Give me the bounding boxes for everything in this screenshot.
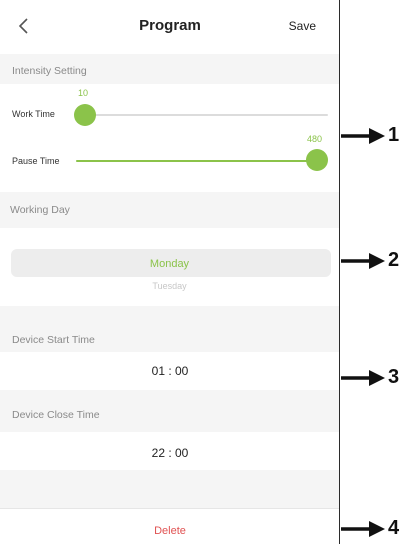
work-time-value: 10 (78, 88, 89, 98)
work-time-label: Work Time (12, 109, 55, 119)
close-time-section-header: Device Close Time (0, 390, 339, 432)
save-button[interactable]: Save (289, 19, 316, 33)
delete-row[interactable]: Delete (0, 508, 339, 544)
working-day-section-label: Working Day (10, 204, 70, 216)
working-day-section-header: Working Day (0, 192, 339, 228)
callout-number-3: 3 (388, 366, 400, 388)
pause-time-thumb[interactable] (306, 149, 328, 171)
callout-2: 2 (341, 249, 404, 273)
close-time-section-label: Device Close Time (12, 409, 100, 421)
pause-time-row: Pause Time 480 (0, 134, 339, 192)
arrow-right-icon (341, 521, 385, 537)
pause-time-fill (76, 160, 318, 162)
work-time-row: Work Time 10 (0, 84, 339, 144)
spacer (0, 470, 339, 508)
start-time-row[interactable]: 01 : 00 (0, 352, 339, 390)
start-time-section-label: Device Start Time (12, 334, 95, 346)
work-time-thumb[interactable] (74, 104, 96, 126)
intensity-section-header: Intensity Setting (0, 54, 339, 84)
callout-4: 4 (341, 517, 404, 541)
close-time-row[interactable]: 22 : 00 (0, 432, 339, 470)
program-screen: Program Save Intensity Setting Work Time… (0, 0, 340, 544)
arrow-right-icon (341, 370, 385, 386)
start-time-value[interactable]: 01 : 00 (0, 364, 339, 378)
arrow-right-icon (341, 253, 385, 269)
arrow-right-icon (341, 128, 385, 144)
start-time-section-header: Device Start Time (0, 306, 339, 352)
pause-time-value: 480 (307, 134, 323, 144)
pause-time-label: Pause Time (12, 156, 60, 166)
navigation-bar: Program Save (0, 0, 339, 54)
delete-button[interactable]: Delete (0, 525, 339, 537)
day-picker-selected[interactable]: Monday (0, 258, 339, 270)
callout-number-1: 1 (388, 124, 400, 146)
callout-number-4: 4 (388, 517, 400, 539)
work-time-track[interactable] (76, 114, 328, 116)
callout-1: 1 (341, 124, 404, 148)
callout-3: 3 (341, 366, 404, 390)
close-time-value[interactable]: 22 : 00 (0, 446, 339, 460)
day-picker-next[interactable]: Tuesday (0, 281, 339, 291)
intensity-section-label: Intensity Setting (12, 65, 87, 77)
pause-time-track[interactable] (76, 160, 318, 162)
callout-number-2: 2 (388, 249, 400, 271)
